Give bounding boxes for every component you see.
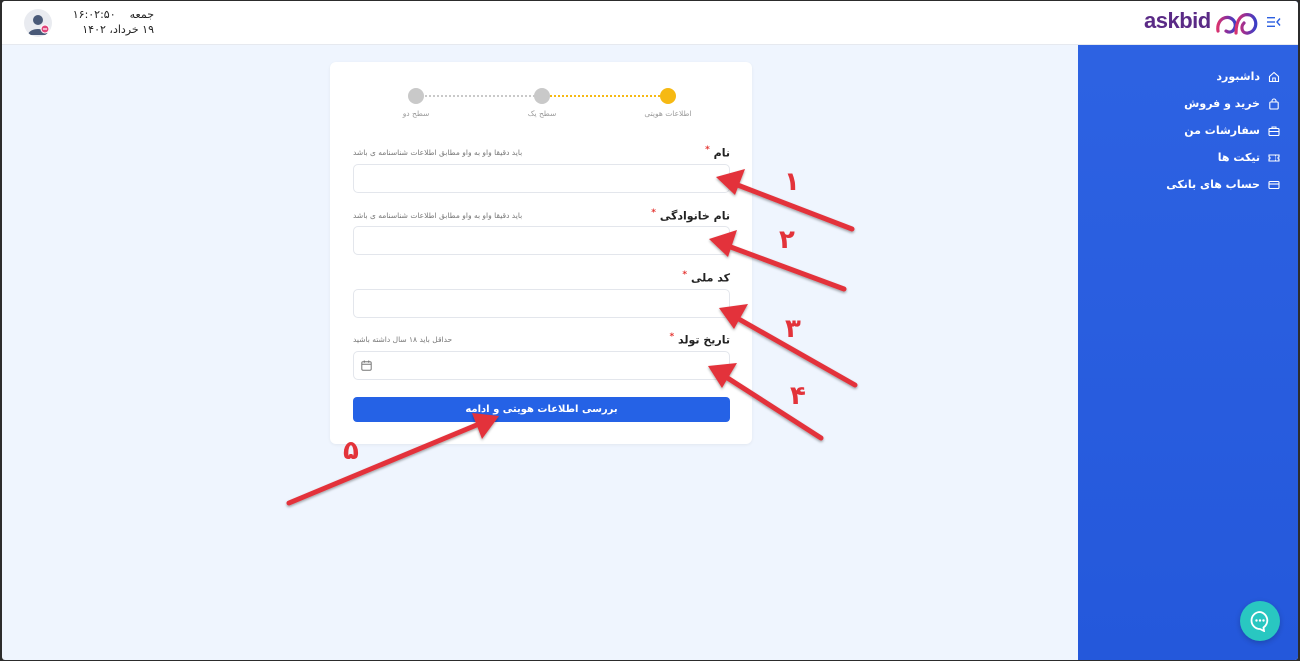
step-connector bbox=[418, 95, 538, 97]
national-code-input[interactable] bbox=[353, 289, 730, 318]
birth-date-label: تاریخ تولد * bbox=[669, 332, 730, 347]
ticket-icon bbox=[1268, 153, 1280, 162]
annotation-number-4: ۴ bbox=[790, 381, 806, 411]
step-3-dot bbox=[408, 88, 424, 104]
app-frame: جمعه ۱۶:۰۲:۵۰ ۱۹ خرداد، ۱۴۰۲ askbid داشب… bbox=[2, 1, 1298, 660]
birth-date-input[interactable] bbox=[353, 351, 730, 380]
date: ۱۹ خرداد، ۱۴۰۲ bbox=[82, 23, 154, 36]
brand-name: askbid bbox=[1144, 8, 1211, 33]
last-name-label: نام خانوادگی * bbox=[651, 208, 730, 223]
sidebar-item-tickets[interactable]: تیکت ها bbox=[1090, 144, 1280, 171]
avatar[interactable] bbox=[24, 9, 52, 37]
step-connector-active bbox=[550, 95, 668, 97]
clock: ۱۶:۰۲:۵۰ bbox=[72, 8, 116, 21]
annotation-number-2: ۲ bbox=[779, 225, 795, 255]
last-name-hint: باید دقیقا واو به واو مطابق اطلاعات شناس… bbox=[353, 211, 523, 220]
first-name-input[interactable] bbox=[353, 164, 730, 193]
sidebar-item-label: داشبورد bbox=[1216, 70, 1260, 83]
last-name-input[interactable] bbox=[353, 226, 730, 255]
required-mark: * bbox=[669, 332, 675, 342]
submit-identity-button[interactable]: بررسی اطلاعات هویتی و ادامه bbox=[353, 397, 730, 422]
chat-icon bbox=[1250, 611, 1269, 632]
annotation-number-3: ۳ bbox=[785, 314, 801, 344]
brand-bar: askbid bbox=[1078, 1, 1298, 45]
day-name: جمعه bbox=[129, 8, 154, 21]
sidebar-item-label: تیکت ها bbox=[1217, 151, 1260, 164]
first-name-label: نام * bbox=[705, 145, 730, 160]
birth-date-label-text: تاریخ تولد bbox=[678, 333, 730, 347]
chat-button[interactable] bbox=[1240, 601, 1280, 641]
card-icon bbox=[1268, 180, 1280, 189]
calendar-icon[interactable] bbox=[361, 360, 372, 371]
national-code-label-text: کد ملی bbox=[690, 271, 730, 285]
sidebar: askbid داشبورد خرید و فروش سفارشات من تی… bbox=[1078, 1, 1298, 660]
step-2-dot bbox=[534, 88, 550, 104]
annotation-number-1: ۱ bbox=[784, 167, 800, 197]
step-2-label: سطح یک bbox=[527, 109, 557, 118]
sidebar-item-label: خرید و فروش bbox=[1184, 97, 1260, 110]
stepper: سطح دو سطح یک اطلاعات هویتی bbox=[390, 88, 692, 128]
required-mark: * bbox=[651, 208, 656, 218]
home-icon bbox=[1268, 71, 1280, 82]
date-time: جمعه ۱۶:۰۲:۵۰ ۱۹ خرداد، ۱۴۰۲ bbox=[64, 7, 154, 37]
sidebar-item-label: سفارشات من bbox=[1184, 124, 1260, 137]
first-name-hint: باید دقیقا واو به واو مطابق اطلاعات شناس… bbox=[353, 148, 523, 157]
identity-form-card: سطح دو سطح یک اطلاعات هویتی نام * باید د… bbox=[330, 62, 752, 444]
required-mark: * bbox=[682, 270, 688, 280]
brand-logo-icon bbox=[1216, 13, 1258, 35]
sidebar-nav: داشبورد خرید و فروش سفارشات من تیکت ها ح… bbox=[1090, 63, 1280, 198]
step-3-label: سطح دو bbox=[402, 109, 430, 118]
user-icon bbox=[28, 15, 50, 35]
last-name-label-text: نام خانوادگی bbox=[659, 209, 730, 223]
annotation-number-5: ۵ bbox=[343, 436, 359, 466]
briefcase-icon bbox=[1268, 126, 1280, 136]
sidebar-item-dashboard[interactable]: داشبورد bbox=[1090, 63, 1280, 90]
required-mark: * bbox=[705, 145, 710, 155]
national-code-label: کد ملی * bbox=[682, 270, 730, 285]
bag-icon bbox=[1269, 97, 1279, 110]
step-1-dot bbox=[660, 88, 676, 104]
step-1-label: اطلاعات هویتی bbox=[644, 109, 692, 118]
top-bar: جمعه ۱۶:۰۲:۵۰ ۱۹ خرداد، ۱۴۰۲ bbox=[2, 1, 1078, 45]
birth-date-hint: حداقل باید ۱۸ سال داشته باشید bbox=[353, 335, 453, 344]
menu-toggle-icon[interactable] bbox=[1267, 16, 1281, 28]
sidebar-item-buy-sell[interactable]: خرید و فروش bbox=[1090, 90, 1280, 117]
sidebar-item-bank-accounts[interactable]: حساب های بانکی bbox=[1090, 171, 1280, 198]
first-name-label-text: نام bbox=[713, 146, 730, 160]
sidebar-item-orders[interactable]: سفارشات من bbox=[1090, 117, 1280, 144]
sidebar-item-label: حساب های بانکی bbox=[1166, 178, 1260, 191]
